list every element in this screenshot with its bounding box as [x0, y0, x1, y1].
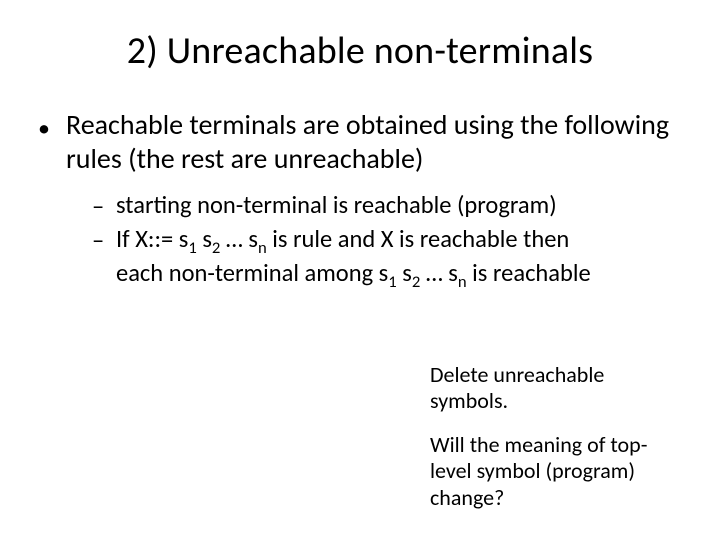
sub-bullet-item: – starting non-terminal is reachable (pr… — [92, 190, 680, 222]
subscript: 1 — [188, 238, 196, 258]
t: … s — [420, 258, 458, 288]
t: s — [397, 258, 412, 288]
t: … s — [220, 224, 258, 254]
t: is reachable — [467, 258, 591, 288]
sub-bullet-item: – If X::= s1 s2 … sn is rule and X is re… — [92, 224, 680, 256]
bullet-text: Reachable terminals are obtained using t… — [66, 108, 680, 176]
bullet-item: Reachable terminals are obtained using t… — [36, 108, 680, 176]
sub-bullet-list: – starting non-terminal is reachable (pr… — [36, 190, 680, 288]
sub-bullet-text: If X::= s1 s2 … sn is rule and X is reac… — [116, 224, 680, 255]
subscript: 1 — [388, 271, 396, 291]
t: is rule and X is reachable then — [267, 224, 570, 254]
slide-title: 2) Unreachable non-terminals — [0, 0, 720, 108]
dash-marker-icon: – — [92, 190, 116, 222]
t: If X::= s — [116, 224, 188, 254]
subscript: n — [458, 271, 467, 291]
side-note: Will the meaning of top-level symbol (pr… — [430, 432, 680, 511]
sub-bullet-text: starting non-terminal is reachable (prog… — [116, 190, 680, 221]
side-note: Delete unreachable symbols. — [430, 362, 680, 415]
sub-bullet-continuation: each non-terminal among s1 s2 … sn is re… — [92, 258, 680, 289]
dash-marker-icon: – — [92, 224, 116, 256]
t: s — [197, 224, 212, 254]
t: each non-terminal among s — [116, 258, 388, 288]
slide-body: Reachable terminals are obtained using t… — [0, 108, 720, 288]
bullet-marker-icon — [36, 108, 66, 144]
subscript: n — [258, 238, 267, 258]
